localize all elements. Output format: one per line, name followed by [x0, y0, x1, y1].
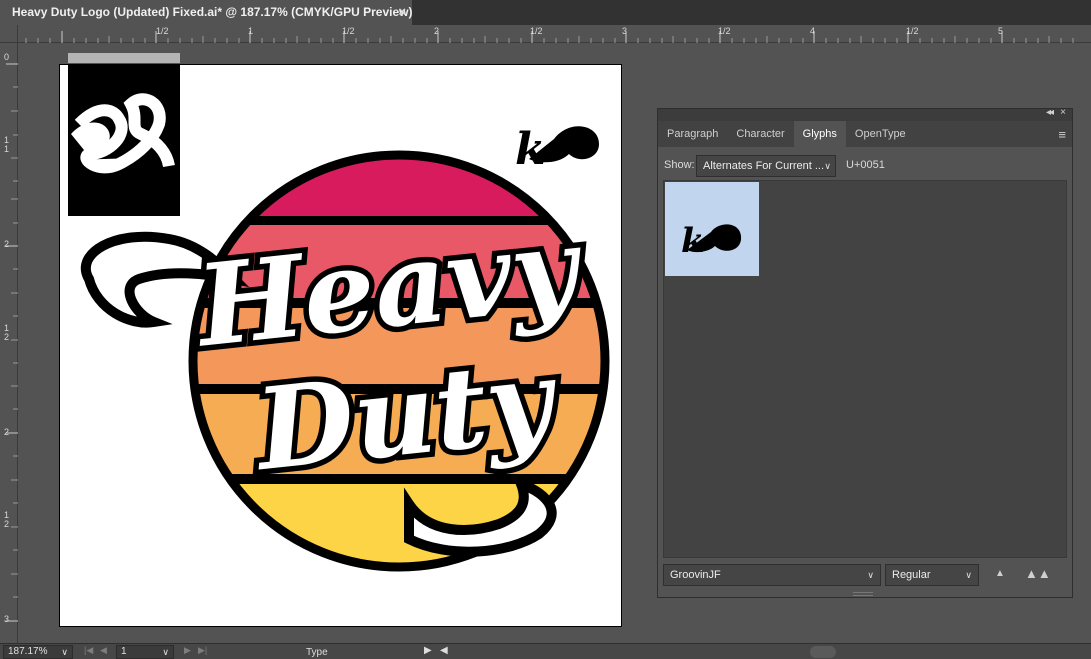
panel-tabs: Paragraph Character Glyphs OpenType ≡ [658, 121, 1072, 147]
tab-paragraph[interactable]: Paragraph [658, 121, 727, 147]
ruler-label: 1/2 [156, 26, 169, 36]
document-tab-title: Heavy Duty Logo (Updated) Fixed.ai* @ 18… [12, 5, 413, 19]
chevron-down-icon: ∨ [867, 570, 874, 580]
ruler-label: 0 [4, 52, 10, 62]
zoom-value: 187.17% [8, 646, 48, 657]
chevron-down-icon: ∨ [824, 161, 831, 171]
chevron-down-icon: ∨ [61, 647, 68, 657]
tab-opentype[interactable]: OpenType [846, 121, 915, 147]
vertical-ruler[interactable]: 0 1 1 2 1 2 2 1 2 3 [0, 43, 18, 643]
prev-artboard-icon[interactable]: ◀ [100, 645, 107, 656]
unicode-readout: U+0051 [846, 159, 885, 171]
ruler-label: 3 [4, 614, 10, 624]
ruler-origin[interactable] [0, 25, 18, 43]
k-glyph-text: k [515, 124, 546, 175]
status-menu-icon[interactable]: ▶ [424, 645, 432, 656]
scroll-left-icon[interactable]: ◀ [440, 645, 448, 656]
tab-glyphs[interactable]: Glyphs [793, 121, 846, 147]
k-glyph-preview[interactable]: k [515, 124, 599, 175]
ruler-label: 2 [4, 519, 10, 529]
font-style-value: Regular [892, 569, 931, 581]
logo-artwork[interactable]: k Heavy Duty [59, 64, 622, 627]
ruler-label: 2 [4, 332, 10, 342]
font-family-select[interactable]: GroovinJF ∨ [663, 564, 881, 586]
ruler-label: 1/2 [530, 26, 543, 36]
glyph-grid[interactable]: k [663, 180, 1067, 558]
ruler-label: 3 [622, 26, 628, 36]
chevron-down-icon: ∨ [965, 570, 972, 580]
font-style-select[interactable]: Regular ∨ [885, 564, 979, 586]
ruler-label: 1 [248, 26, 254, 36]
close-panel-icon[interactable]: × [1060, 107, 1066, 118]
show-select[interactable]: Alternates For Current ... ∨ [696, 155, 836, 177]
horizontal-scrollbar-thumb[interactable] [810, 646, 836, 658]
glyphs-panel: ◂◂ × Paragraph Character Glyphs OpenType… [657, 107, 1073, 598]
artboard-number-field[interactable]: 1 ∨ [116, 645, 174, 659]
tab-character[interactable]: Character [727, 121, 793, 147]
first-artboard-icon[interactable]: |◀ [84, 645, 93, 656]
ruler-label: 2 [4, 239, 10, 249]
document-tab-bar: Heavy Duty Logo (Updated) Fixed.ai* @ 18… [0, 0, 1091, 25]
glyph-cell-selected[interactable]: k [665, 182, 759, 276]
font-family-value: GroovinJF [670, 569, 721, 581]
zoom-in-glyphs-icon[interactable]: ▲▲ [1025, 566, 1051, 581]
show-select-value: Alternates For Current ... [703, 160, 825, 172]
panel-menu-icon[interactable]: ≡ [1058, 127, 1066, 142]
horizontal-ruler-ticks [25, 31, 1074, 43]
last-artboard-icon[interactable]: ▶| [198, 645, 207, 656]
ruler-label: 2 [4, 427, 10, 437]
zoom-out-glyphs-icon[interactable]: ▲ [995, 568, 1005, 579]
document-tab[interactable]: Heavy Duty Logo (Updated) Fixed.ai* @ 18… [0, 0, 412, 25]
ruler-label: 5 [998, 26, 1004, 36]
close-tab-icon[interactable]: × [398, 0, 406, 24]
ruler-label: 2 [434, 26, 440, 36]
glyph-cell-char: k [681, 221, 705, 261]
panel-header[interactable]: ◂◂ × [658, 107, 1072, 121]
ruler-label: 4 [810, 26, 816, 36]
panel-footer: GroovinJF ∨ Regular ∨ ▲ ▲▲ [663, 564, 1067, 588]
show-label: Show: [664, 159, 695, 171]
next-artboard-icon[interactable]: ▶ [184, 645, 191, 656]
selection-bar [68, 53, 180, 63]
k-glyph-icon: k [681, 221, 742, 261]
chevron-down-icon: ∨ [162, 647, 169, 657]
tool-mode-label: Type [306, 647, 328, 658]
ruler-label: 1/2 [342, 26, 355, 36]
ruler-label: 1/2 [906, 26, 919, 36]
status-bar: 187.17% ∨ |◀ ◀ 1 ∨ ▶ ▶| Type ▶ ◀ [0, 643, 1091, 659]
horizontal-ruler[interactable]: 1/2 1 1/2 2 1/2 3 1/2 4 1/2 5 [18, 25, 1091, 43]
ruler-label: 1/2 [718, 26, 731, 36]
vertical-ruler-ticks [6, 63, 18, 622]
zoom-field[interactable]: 187.17% ∨ [3, 645, 73, 659]
artboard-number: 1 [121, 646, 127, 657]
collapse-panel-icon[interactable]: ◂◂ [1046, 107, 1054, 118]
panel-resize-grip[interactable] [853, 592, 873, 596]
ruler-label: 1 [4, 144, 10, 154]
